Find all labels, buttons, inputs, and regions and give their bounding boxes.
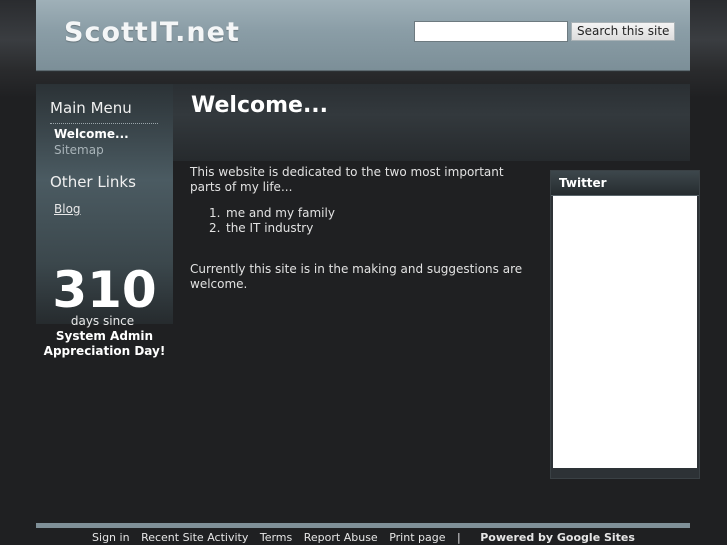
footer-link-terms[interactable]: Terms <box>260 531 292 544</box>
content-header: Welcome... <box>173 84 690 161</box>
twitter-feed-frame[interactable] <box>553 196 697 468</box>
footer-link-print-page[interactable]: Print page <box>389 531 445 544</box>
page-title: Welcome... <box>191 93 329 118</box>
countdown-unit: days since <box>70 314 135 328</box>
footer-separator: | <box>456 531 461 544</box>
twitter-gadget-header: Twitter <box>551 171 699 196</box>
footer-powered-by[interactable]: Powered by Google Sites <box>480 531 635 544</box>
search-input[interactable] <box>414 21 568 42</box>
footer-link-recent-activity[interactable]: Recent Site Activity <box>141 531 248 544</box>
twitter-gadget-title: Twitter <box>559 176 607 190</box>
footer-link-report-abuse[interactable]: Report Abuse <box>304 531 378 544</box>
list-item: 1. me and my family <box>190 206 335 221</box>
footer-link-sign-in[interactable]: Sign in <box>92 531 130 544</box>
intro-paragraph: This website is dedicated to the two mos… <box>190 165 504 194</box>
list-item-number: 2. <box>209 221 221 235</box>
footer: Sign in Recent Site Activity Terms Repor… <box>0 531 727 544</box>
main-menu-heading: Main Menu <box>50 99 132 117</box>
search-button[interactable]: Search this site <box>571 22 676 41</box>
menu-divider <box>50 123 158 124</box>
nav-item-welcome[interactable]: Welcome... <box>54 127 129 141</box>
nav-item-blog[interactable]: Blog <box>54 202 81 216</box>
site-title[interactable]: ScottIT.net <box>64 17 240 48</box>
countdown-event: System Admin Appreciation Day! <box>43 329 166 358</box>
list-item-text: the IT industry <box>226 221 314 235</box>
list-item-text: me and my family <box>226 206 335 220</box>
list-item-number: 1. <box>209 206 221 220</box>
other-links-heading: Other Links <box>50 173 136 191</box>
countdown-number: 310 <box>52 261 157 319</box>
nav-item-sitemap[interactable]: Sitemap <box>54 143 104 157</box>
outro-paragraph: Currently this site is in the making and… <box>190 262 523 291</box>
twitter-gadget: Twitter <box>550 170 700 479</box>
footer-divider <box>36 523 690 528</box>
site-header: ScottIT.net Search this site <box>36 0 690 71</box>
list-item: 2. the IT industry <box>190 221 335 236</box>
ordered-list: 1. me and my family 2. the IT industry <box>190 206 335 236</box>
